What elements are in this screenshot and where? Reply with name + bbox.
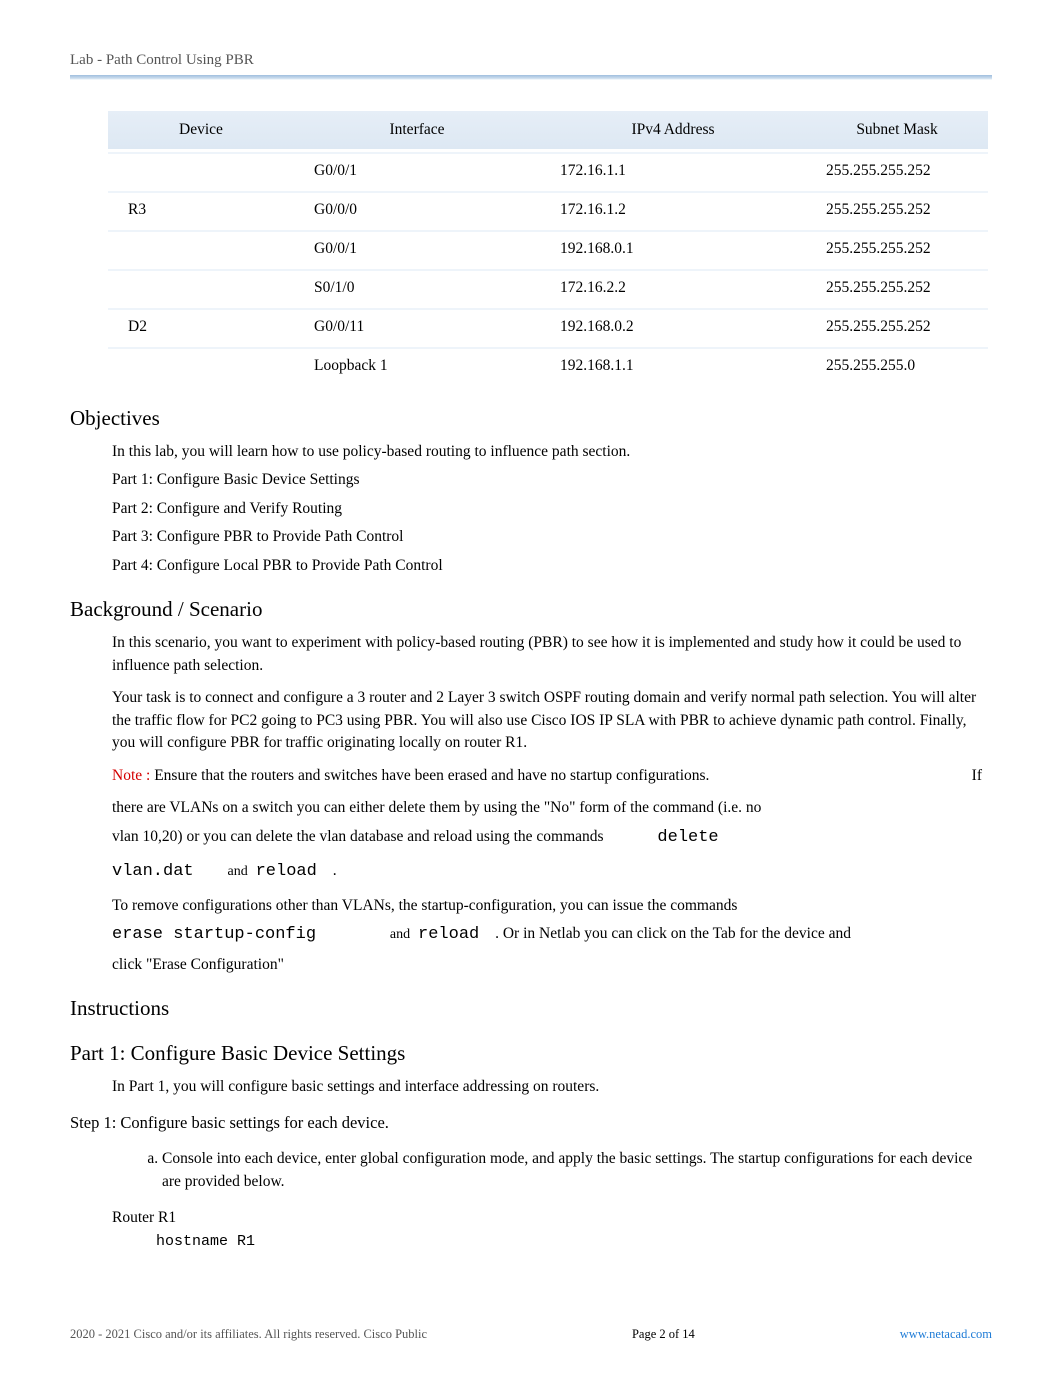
objectives-part: Part 2: Configure and Verify Routing [112,498,982,520]
and-text: and [228,864,248,879]
background-p2: Your task is to connect and configure a … [112,687,982,754]
cell-interface: S0/1/0 [294,269,540,305]
objectives-intro: In this lab, you will learn how to use p… [112,441,982,463]
cell-ipv4: 192.168.0.1 [540,230,806,266]
cell-mask: 255.255.255.252 [806,269,988,305]
cell-ipv4: 172.16.1.2 [540,191,806,227]
cell-device [108,347,294,383]
note-if: If [972,765,982,787]
note-body-1: Ensure that the routers and switches hav… [154,767,709,784]
footer-link[interactable]: www.netacad.com [900,1327,992,1342]
header-divider [70,75,992,80]
footer-page: Page 2 of 14 [632,1327,695,1342]
cell-interface: G0/0/1 [294,152,540,188]
cell-mask: 255.255.255.252 [806,230,988,266]
cell-ipv4: 192.168.0.2 [540,308,806,344]
code-hostname: hostname R1 [156,1233,992,1250]
cell-mask: 255.255.255.0 [806,347,988,383]
cell-device [108,230,294,266]
cell-device [108,269,294,305]
part1-heading: Part 1: Configure Basic Device Settings [70,1041,992,1066]
th-ipv4: IPv4 Address [540,111,806,149]
cell-interface: Loopback 1 [294,347,540,383]
cell-ipv4: 192.168.1.1 [540,347,806,383]
th-device: Device [108,111,294,149]
cmd-reload: reload [256,862,317,881]
cell-interface: G0/0/1 [294,230,540,266]
instructions-heading: Instructions [70,996,992,1021]
cmd-erase-startup: erase startup-config [112,925,316,944]
and-text-2: and [390,927,410,942]
objectives-part: Part 4: Configure Local PBR to Provide P… [112,555,982,577]
dot: . [333,862,337,879]
cell-ipv4: 172.16.2.2 [540,269,806,305]
note-line-1: Note : Ensure that the routers and switc… [112,765,982,787]
note-label: Note : [112,767,150,784]
table-row: G0/0/1 192.168.0.1 255.255.255.252 [108,230,988,266]
step1-item-a: Console into each device, enter global c… [162,1148,992,1193]
part1-intro: In Part 1, you will configure basic sett… [112,1076,982,1098]
step1-list: Console into each device, enter global c… [122,1148,992,1193]
page-header-title: Lab - Path Control Using PBR [70,52,992,69]
cell-mask: 255.255.255.252 [806,191,988,227]
footer-copyright: 2020 - 2021 Cisco and/or its affiliates.… [70,1327,427,1342]
note-line-2: there are VLANs on a switch you can eith… [112,797,982,819]
table-row: R3 G0/0/0 172.16.1.2 255.255.255.252 [108,191,988,227]
table-row: G0/0/1 172.16.1.1 255.255.255.252 [108,152,988,188]
erase-tail: . Or in Netlab you can click on the Tab … [495,925,851,942]
table-row: S0/1/0 172.16.2.2 255.255.255.252 [108,269,988,305]
cell-mask: 255.255.255.252 [806,152,988,188]
cmd-reload-2: reload [418,925,479,944]
background-heading: Background / Scenario [70,597,992,622]
cmd-vlan-dat: vlan.dat [112,862,194,881]
cell-interface: G0/0/11 [294,308,540,344]
cell-ipv4: 172.16.1.1 [540,152,806,188]
th-interface: Interface [294,111,540,149]
cell-device: D2 [108,308,294,344]
objectives-part: Part 3: Configure PBR to Provide Path Co… [112,526,982,548]
table-row: D2 G0/0/11 192.168.0.2 255.255.255.252 [108,308,988,344]
step1-title: Step 1: Configure basic settings for eac… [70,1113,992,1133]
addressing-table: Device Interface IPv4 Address Subnet Mas… [108,108,988,386]
background-p1: In this scenario, you want to experiment… [112,632,982,677]
cell-interface: G0/0/0 [294,191,540,227]
objectives-part: Part 1: Configure Basic Device Settings [112,469,982,491]
note-line-4: vlan.dat and reload . [112,860,982,885]
cmd-delete: delete [657,828,718,847]
cell-device [108,152,294,188]
note-line-3: vlan 10,20) or you can delete the vlan d… [112,826,982,851]
remove-config-line: To remove configurations other than VLAN… [112,895,982,917]
cell-mask: 255.255.255.252 [806,308,988,344]
page-footer: 2020 - 2021 Cisco and/or its affiliates.… [70,1327,992,1342]
erase-line: erase startup-config and reload . Or in … [112,923,982,948]
table-row: Loopback 1 192.168.1.1 255.255.255.0 [108,347,988,383]
cell-device: R3 [108,191,294,227]
note-body-3: vlan 10,20) or you can delete the vlan d… [112,828,604,845]
router-r1-label: Router R1 [112,1209,992,1227]
th-mask: Subnet Mask [806,111,988,149]
objectives-heading: Objectives [70,406,992,431]
erase-config-line: click "Erase Configuration" [112,954,982,976]
